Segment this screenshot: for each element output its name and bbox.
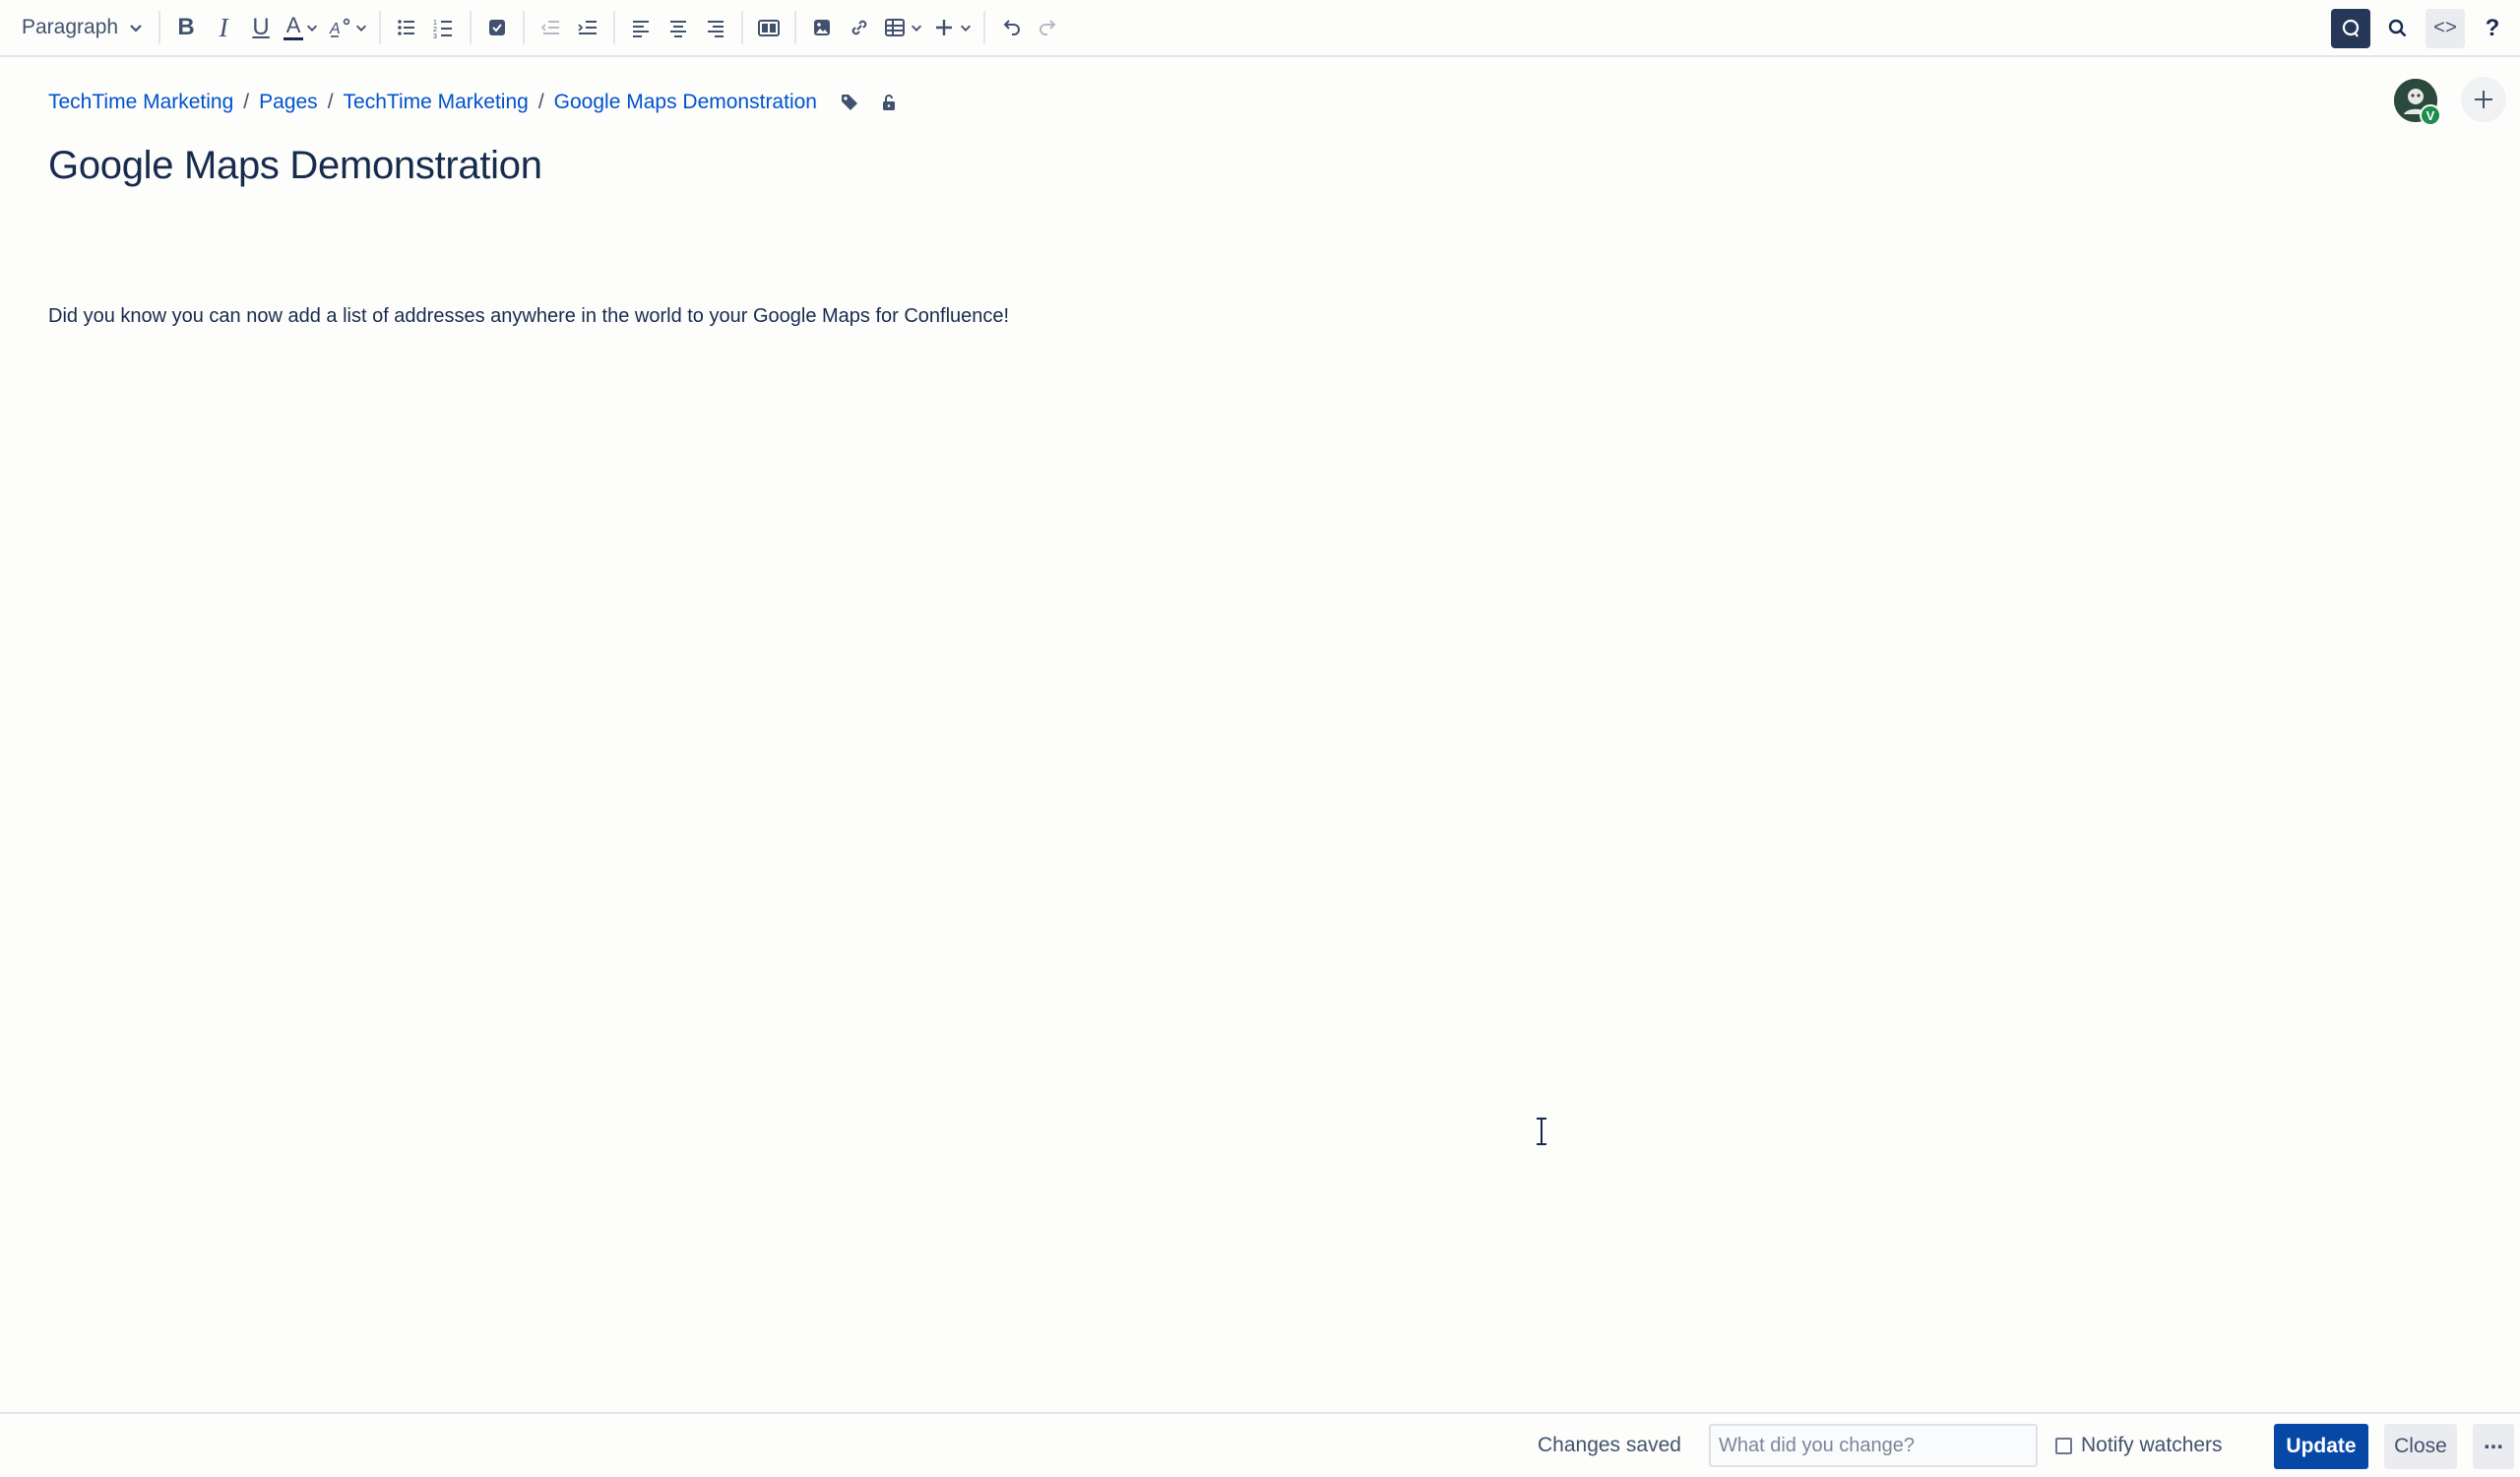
toolbar-divider: [158, 11, 161, 44]
checkbox-icon: [2055, 1437, 2072, 1454]
link-icon: [847, 15, 872, 40]
table-icon: [882, 15, 908, 40]
bullet-list-icon: [394, 15, 419, 40]
breadcrumb-space[interactable]: TechTime Marketing: [48, 91, 233, 114]
editor-toolbar: Paragraph B I U A A 1 2 3 <> ?: [0, 0, 2520, 57]
redo-icon: [1036, 15, 1061, 40]
bullet-list-button[interactable]: [388, 6, 425, 49]
toolbar-divider: [379, 11, 382, 44]
chevron-down-icon: [959, 21, 973, 34]
breadcrumb-parent[interactable]: TechTime Marketing: [344, 91, 529, 114]
insert-link-button[interactable]: [841, 6, 878, 49]
comments-button[interactable]: [2331, 9, 2370, 48]
italic-icon: I: [219, 12, 228, 42]
text-style-dropdown[interactable]: Paragraph: [14, 6, 152, 49]
image-icon: [809, 15, 835, 40]
breadcrumb-separator: /: [537, 91, 544, 113]
breadcrumb-current[interactable]: Google Maps Demonstration: [554, 91, 817, 114]
toolbar-divider: [470, 11, 472, 44]
search-icon: [2385, 16, 2411, 41]
more-actions-button[interactable]: ...: [2473, 1424, 2514, 1469]
undo-icon: [998, 15, 1024, 40]
undo-button[interactable]: [992, 6, 1030, 49]
breadcrumb-separator: /: [243, 91, 250, 113]
update-button[interactable]: Update: [2274, 1424, 2368, 1469]
invite-collaborator-button[interactable]: [2461, 77, 2506, 122]
breadcrumb-separator: /: [327, 91, 334, 113]
help-button[interactable]: ?: [2475, 9, 2510, 48]
insert-table-button[interactable]: [878, 6, 927, 49]
align-left-icon: [628, 15, 654, 40]
underline-button[interactable]: U: [242, 6, 280, 49]
bold-icon: B: [177, 14, 195, 40]
align-center-button[interactable]: [660, 6, 697, 49]
editor-footer: Changes saved Notify watchers Update Clo…: [0, 1412, 2520, 1477]
text-color-icon: A: [284, 13, 304, 40]
more-formatting-button[interactable]: A: [323, 6, 372, 49]
redo-button[interactable]: [1030, 6, 1067, 49]
save-status: Changes saved: [1538, 1434, 1681, 1456]
insert-image-button[interactable]: [803, 6, 841, 49]
toolbar-divider: [523, 11, 526, 44]
page-title[interactable]: Google Maps Demonstration: [48, 144, 542, 188]
align-center-icon: [665, 15, 691, 40]
text-color-letter: A: [285, 13, 301, 37]
text-cursor-icon: [1534, 1117, 1549, 1146]
presence-badge: V: [2420, 104, 2441, 126]
label-tag-icon[interactable]: [839, 92, 860, 113]
numbered-list-icon: 123: [431, 15, 457, 40]
layouts-button[interactable]: [750, 6, 788, 49]
checkbox-icon: [484, 15, 510, 40]
code-icon: <>: [2432, 17, 2457, 40]
layout-icon: [756, 15, 782, 40]
plus-icon: [2471, 87, 2496, 112]
bold-button[interactable]: B: [167, 6, 205, 49]
toolbar-divider: [613, 11, 616, 44]
outdent-icon: [537, 15, 563, 40]
plus-icon: [931, 15, 957, 40]
toolbar-right-actions: <> ?: [2331, 0, 2510, 57]
numbered-list-button[interactable]: 123: [425, 6, 463, 49]
comment-icon: [2338, 16, 2363, 41]
toolbar-divider: [794, 11, 797, 44]
text-style-label: Paragraph: [22, 16, 119, 38]
notify-watchers-label: Notify watchers: [2081, 1434, 2223, 1456]
indent-icon: [575, 15, 600, 40]
chevron-down-icon: [305, 21, 319, 34]
chevron-down-icon: [910, 21, 923, 34]
align-left-button[interactable]: [622, 6, 660, 49]
indent-button[interactable]: [569, 6, 606, 49]
align-right-button[interactable]: [697, 6, 734, 49]
insert-more-button[interactable]: [927, 6, 976, 49]
svg-text:2: 2: [433, 27, 437, 33]
align-right-icon: [703, 15, 728, 40]
close-button[interactable]: Close: [2384, 1424, 2457, 1469]
change-message-input[interactable]: [1709, 1424, 2038, 1467]
toolbar-divider: [741, 11, 744, 44]
page-body-paragraph[interactable]: Did you know you can now add a list of a…: [48, 305, 1009, 328]
collaborator-avatar[interactable]: V: [2394, 79, 2441, 126]
unlock-icon[interactable]: [878, 92, 900, 113]
svg-text:1: 1: [433, 20, 437, 27]
notify-watchers-checkbox[interactable]: Notify watchers: [2055, 1434, 2223, 1457]
breadcrumb-pages[interactable]: Pages: [259, 91, 318, 114]
svg-text:3: 3: [433, 33, 437, 40]
breadcrumb: TechTime Marketing / Pages / TechTime Ma…: [48, 91, 900, 114]
svg-text:A: A: [329, 21, 341, 37]
italic-button[interactable]: I: [205, 6, 242, 49]
more-formatting-icon: A: [327, 15, 352, 40]
source-editor-button[interactable]: <>: [2426, 9, 2465, 48]
outdent-button[interactable]: [532, 6, 569, 49]
underline-icon: U: [252, 14, 270, 40]
chevron-down-icon: [354, 21, 368, 34]
text-color-button[interactable]: A: [280, 6, 323, 49]
chevron-down-icon: [128, 20, 144, 35]
toolbar-divider: [983, 11, 986, 44]
help-icon: ?: [2485, 15, 2500, 41]
task-list-button[interactable]: [478, 6, 516, 49]
find-replace-button[interactable]: [2380, 9, 2416, 48]
